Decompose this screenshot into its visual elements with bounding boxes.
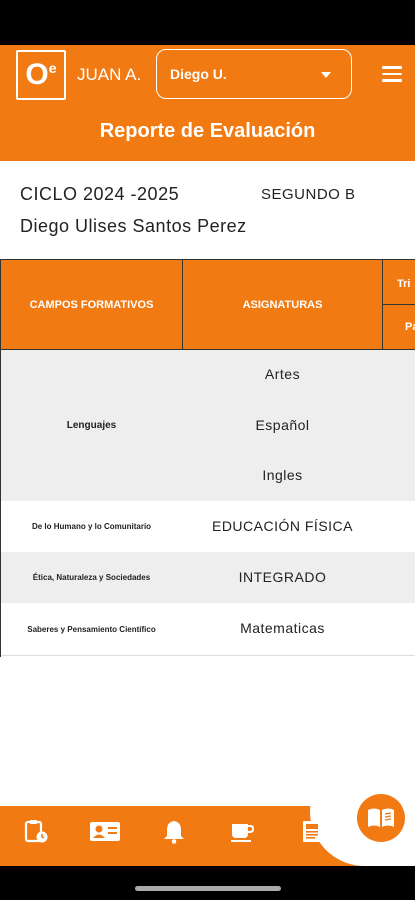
coffee-cup-icon[interactable] [229, 818, 255, 844]
student-full-name: Diego Ulises Santos Perez [20, 216, 247, 236]
table-row: De lo Humano y lo Comunitario EDUCACIÓN … [1, 501, 415, 552]
user-name: JUAN A. [77, 65, 142, 84]
field-label: Ética, Naturaleza y Sociedades [32, 573, 151, 582]
subject-label: Matematicas [240, 620, 325, 636]
open-book-button[interactable] [357, 794, 405, 842]
field-label: De lo Humano y lo Comunitario [31, 522, 152, 531]
field-label: Lenguajes [66, 420, 117, 431]
page-title: Reporte de Evaluación [99, 120, 316, 142]
school-cycle: CICLO 2024 -2025 [20, 184, 180, 204]
subject-label: EDUCACIÓN FÍSICA [211, 518, 353, 534]
field-label: Saberes y Pensamiento Científico [27, 624, 156, 634]
logo-letter: O [25, 58, 49, 91]
student-select-value: Diego U. [170, 66, 227, 82]
table-row: Saberes y Pensamiento Científico Matemat… [1, 603, 415, 656]
system-home-area [0, 866, 415, 900]
subject-label: Ingles [262, 467, 303, 483]
subject-label: Español [255, 417, 310, 433]
table-row: Ética, Naturaleza y Sociedades INTEGRADO [1, 552, 415, 603]
bell-icon[interactable] [161, 818, 187, 844]
logo-superscript: e [48, 60, 57, 76]
subject-label: INTEGRADO [238, 569, 327, 585]
home-indicator[interactable] [135, 886, 281, 891]
evaluation-table: CAMPOS FORMATIVOS ASIGNATURAS Tri Pa Len… [0, 259, 415, 657]
contact-card-icon[interactable] [89, 818, 121, 844]
newspaper-icon[interactable] [299, 818, 325, 844]
open-book-icon [368, 808, 394, 827]
header-asignaturas: ASIGNATURAS [183, 260, 383, 349]
clipboard-clock-icon[interactable] [23, 818, 49, 844]
app-logo[interactable]: Oe [16, 50, 66, 100]
table-header: CAMPOS FORMATIVOS ASIGNATURAS Tri Pa [1, 259, 415, 350]
table-row: Lenguajes Artes Español Ingles [1, 350, 415, 501]
header-trimester: Tri [383, 260, 415, 305]
header-campos-formativos: CAMPOS FORMATIVOS [1, 260, 183, 349]
class-group: SEGUNDO B [261, 186, 356, 203]
status-bar [0, 0, 415, 45]
subject-label: Artes [264, 366, 301, 382]
hamburger-menu-icon[interactable] [382, 66, 402, 82]
student-select[interactable]: Diego U. [156, 49, 352, 99]
header-partial: Pa [405, 321, 415, 333]
chevron-down-icon [321, 72, 331, 78]
